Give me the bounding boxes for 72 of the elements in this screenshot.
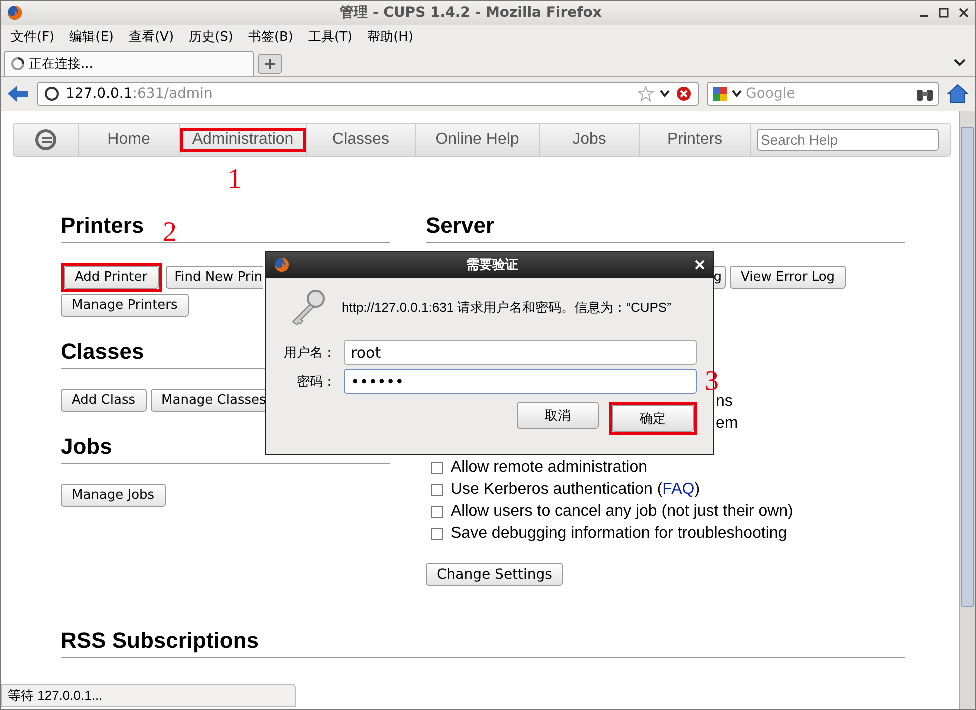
annotation-number: 2	[163, 219, 177, 247]
checkbox[interactable]	[431, 506, 443, 518]
section-heading: RSS Subscriptions	[61, 628, 260, 653]
section-heading: Classes	[61, 339, 144, 364]
url-text: 127.0.0.1:631/admin	[66, 86, 214, 102]
field-label: 用户名：	[283, 344, 337, 362]
menu-item[interactable]: 帮助(H)	[368, 28, 414, 46]
menu-item[interactable]: 文件(F)	[11, 28, 55, 46]
maximize-icon[interactable]	[939, 8, 949, 18]
search-placeholder: Google	[746, 86, 796, 102]
option-label: Use Kerberos authentication (FAQ)	[451, 481, 700, 499]
help-search-field[interactable]: Search Help	[757, 129, 939, 151]
action-button[interactable]: Manage Jobs	[61, 484, 166, 507]
address-bar[interactable]: 127.0.0.1:631/admin	[37, 82, 699, 106]
browser-logo-icon	[7, 5, 23, 21]
nav-link[interactable]: Online Help	[416, 124, 539, 156]
chevron-down-icon[interactable]	[660, 90, 670, 98]
browser-tab[interactable]: 正在连接...	[4, 51, 254, 76]
menu-item[interactable]: 查看(V)	[128, 28, 174, 46]
close-icon[interactable]	[959, 8, 969, 18]
nav-link[interactable]: Administration	[183, 131, 303, 149]
search-engine-icon	[712, 86, 728, 102]
annotation-number: 1	[228, 166, 242, 194]
action-button[interactable]: View Error Log	[730, 266, 846, 289]
action-button[interactable]: Manage Printers	[61, 294, 189, 317]
section-heading: Printers	[61, 213, 144, 238]
menu-item[interactable]: 历史(S)	[189, 28, 234, 46]
option-label: Save debugging information for troubleshooting	[451, 525, 788, 543]
menu-item[interactable]: 编辑(E)	[70, 28, 114, 46]
star-icon[interactable]	[638, 86, 654, 102]
faq-link[interactable]: FAQ	[662, 481, 695, 498]
text-field[interactable]: root	[344, 340, 697, 365]
menu-item[interactable]: 书签(B)	[248, 28, 294, 46]
field-label: 密码：	[296, 372, 337, 390]
dialog-button[interactable]: 确定	[612, 405, 694, 432]
tab-title: 正在连接...	[29, 56, 94, 73]
browser-logo-icon	[274, 257, 290, 273]
plus-icon	[264, 58, 276, 70]
dialog-button[interactable]: 取消	[517, 402, 599, 429]
new-tab-button[interactable]	[258, 54, 282, 74]
nav-link[interactable]: Home	[79, 124, 179, 156]
option-label: Allow users to cancel any job (not just their own)	[451, 503, 794, 521]
section-heading: Jobs	[61, 434, 112, 459]
back-arrow-icon[interactable]	[7, 84, 29, 104]
nav-link[interactable]: Printers	[640, 124, 750, 156]
action-button[interactable]: Add Class	[61, 389, 147, 412]
text-field[interactable]: ••••••	[344, 369, 697, 394]
checkbox[interactable]	[431, 462, 443, 474]
status-text: 等待 127.0.0.1...	[8, 686, 103, 704]
change-settings-button[interactable]: Change Settings	[426, 563, 564, 586]
option-label: em	[716, 415, 738, 433]
checkbox[interactable]	[431, 528, 443, 540]
stop-icon[interactable]	[676, 86, 692, 102]
home-icon[interactable]	[947, 83, 969, 105]
action-button[interactable]: Add Printer	[64, 266, 159, 289]
scrollbar[interactable]	[959, 111, 975, 709]
action-button[interactable]: Find New Prin	[166, 266, 263, 289]
dialog-message: http://127.0.0.1:631 请求用户名和密码。信息为：“CUPS”	[342, 299, 672, 317]
nav-link[interactable]: Classes	[307, 124, 415, 156]
chevron-down-icon[interactable]	[732, 90, 742, 98]
menu-item[interactable]: 工具(T)	[308, 28, 353, 46]
section-heading: Server	[426, 213, 495, 238]
chevron-down-icon[interactable]	[954, 59, 966, 67]
dialog-title: 需要验证	[466, 256, 520, 274]
loading-icon	[11, 57, 25, 71]
nav-link[interactable]: Jobs	[540, 124, 639, 156]
option-label: Allow remote administration	[451, 459, 648, 477]
window-title: 管理 - CUPS 1.4.2 - Mozilla Firefox	[339, 4, 603, 22]
option-label: ns	[716, 393, 733, 411]
scroll-thumb[interactable]	[961, 127, 974, 607]
checkbox[interactable]	[431, 484, 443, 496]
site-icon	[44, 86, 60, 102]
